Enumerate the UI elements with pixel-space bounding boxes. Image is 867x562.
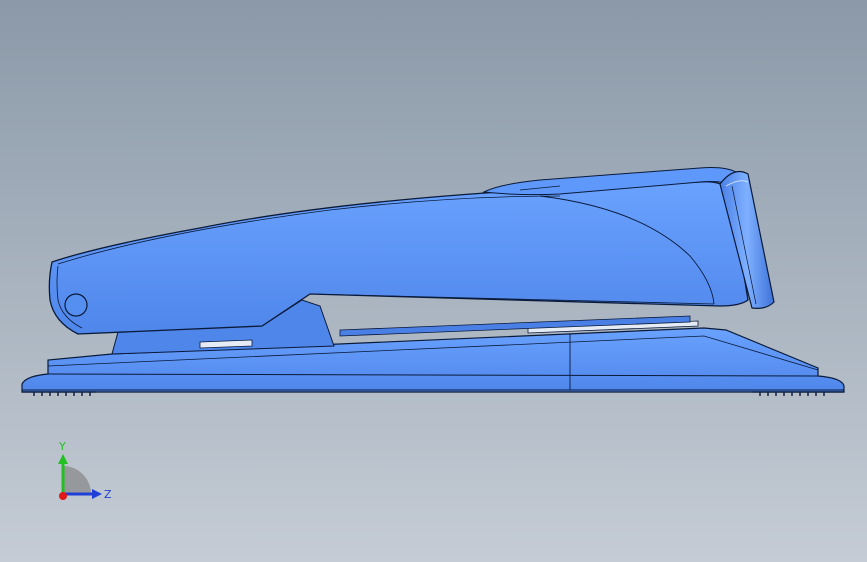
x-axis-dot (59, 492, 67, 500)
triad-quadrant (63, 466, 91, 494)
orientation-triad[interactable]: Y Z (40, 436, 120, 508)
stapler-model[interactable] (0, 0, 867, 562)
stapler-arm[interactable] (48, 167, 749, 335)
y-axis-arrowhead (58, 454, 68, 464)
y-axis-label: Y (58, 440, 66, 453)
cad-viewport[interactable]: Y Z (0, 0, 867, 562)
z-axis-arrowhead (92, 489, 102, 499)
hinge-pin (64, 293, 88, 317)
z-axis-label: Z (104, 488, 112, 501)
